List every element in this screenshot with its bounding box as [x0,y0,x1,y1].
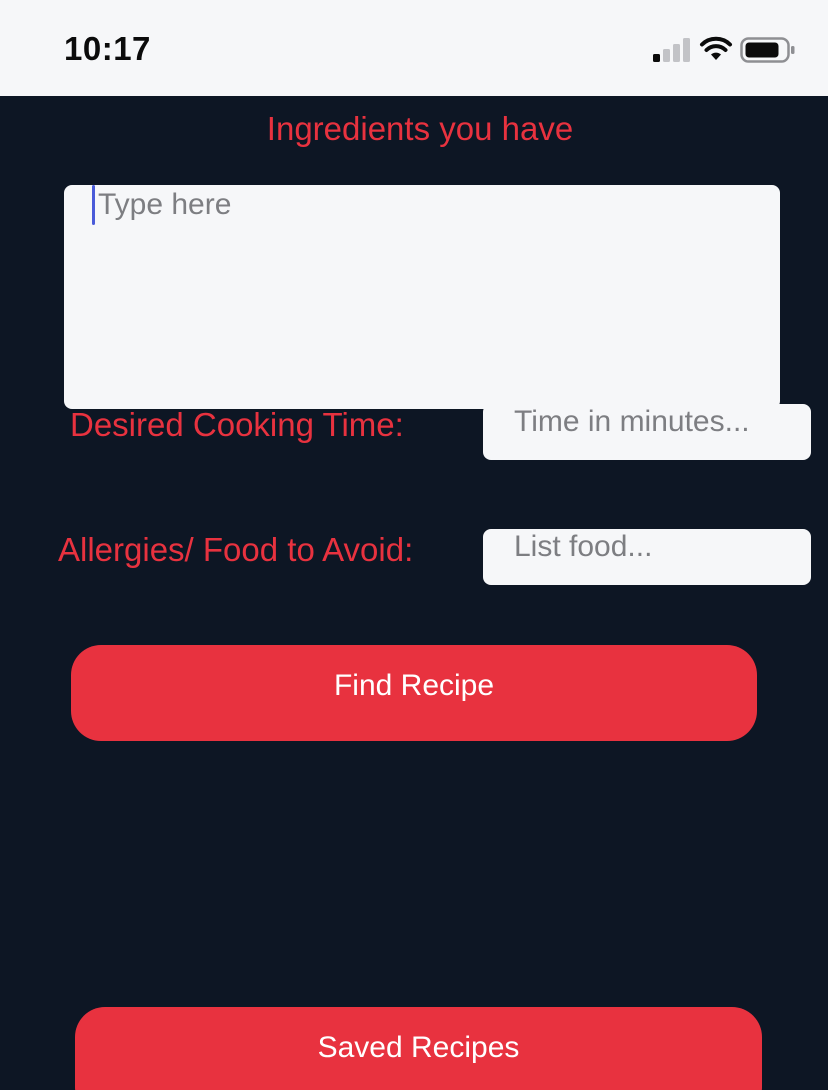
cooking-time-input[interactable]: Time in minutes... [483,404,811,460]
saved-recipes-button[interactable]: Saved Recipes [75,1007,762,1090]
ingredients-placeholder: Type here [98,188,232,221]
status-time: 10:17 [64,30,151,67]
allergies-placeholder: List food... [514,530,653,563]
allergies-label: Allergies/ Food to Avoid: [58,531,414,568]
find-recipe-button[interactable]: Find Recipe [71,645,757,741]
wifi-icon [700,36,732,60]
app-screen: 10:17 Ingredients you have Type here Des… [0,0,828,1090]
battery-icon [740,37,795,63]
ingredients-input[interactable]: Type here [64,185,780,409]
status-bar: 10:17 [0,0,828,96]
signal-icon [653,38,690,62]
allergies-input[interactable]: List food... [483,529,811,585]
text-caret [92,185,95,225]
cooking-time-placeholder: Time in minutes... [514,405,750,438]
ingredients-title: Ingredients you have [266,110,574,147]
cooking-time-label: Desired Cooking Time: [70,406,404,443]
